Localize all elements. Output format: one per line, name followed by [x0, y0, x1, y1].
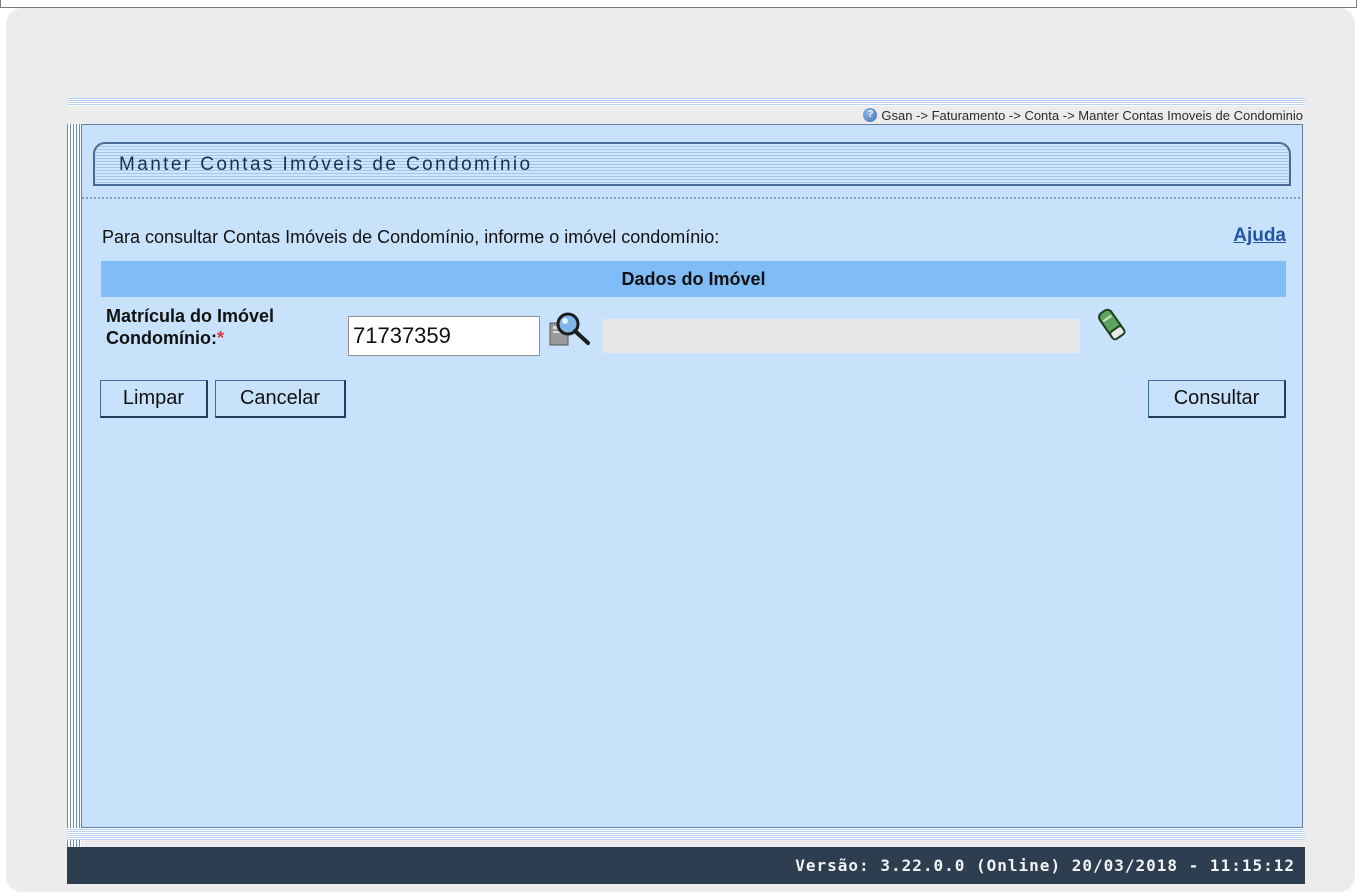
version-footer: Versão: 3.22.0.0 (Online) 20/03/2018 - 1… [67, 847, 1305, 884]
gsan-app: ? Gsan -> Faturamento -> Conta -> Manter… [67, 98, 1305, 886]
breadcrumb: ? Gsan -> Faturamento -> Conta -> Manter… [863, 106, 1303, 124]
matricula-label: Matrícula do Imóvel Condomínio:* [106, 305, 274, 349]
left-rail [67, 124, 81, 864]
magnifier-search-icon[interactable] [548, 311, 596, 347]
breadcrumb-text: Gsan -> Faturamento -> Conta -> Manter C… [881, 107, 1303, 123]
imovel-description-field [602, 319, 1080, 353]
section-header: Dados do Imóvel [101, 261, 1286, 297]
matricula-label-line2: Condomínio: [106, 328, 217, 348]
page-title: Manter Contas Imóveis de Condomínio [119, 154, 533, 175]
title-bar: Manter Contas Imóveis de Condomínio [93, 142, 1291, 186]
cancelar-button[interactable]: Cancelar [215, 380, 346, 418]
top-decor-lines [67, 98, 1305, 106]
help-icon[interactable]: ? [863, 108, 878, 122]
eraser-icon[interactable] [1097, 305, 1127, 345]
limpar-button[interactable]: Limpar [100, 380, 208, 418]
instruction-text: Para consultar Contas Imóveis de Condomí… [102, 227, 720, 247]
required-marker: * [216, 328, 224, 348]
help-link[interactable]: Ajuda [1233, 225, 1286, 247]
main-content: Manter Contas Imóveis de Condomínio Para… [81, 124, 1303, 828]
matricula-label-line1: Matrícula do Imóvel [106, 306, 275, 326]
title-separator [82, 197, 1302, 199]
matricula-input[interactable] [348, 316, 540, 356]
top-frame [0, 0, 1357, 8]
consultar-button[interactable]: Consultar [1148, 380, 1286, 418]
bottom-decor-lines [67, 828, 1305, 840]
